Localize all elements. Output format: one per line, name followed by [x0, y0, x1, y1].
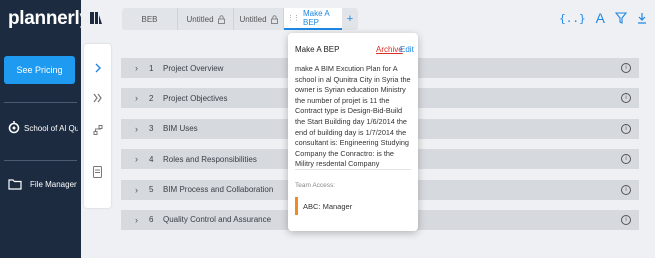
tab-list: BEB Untitled Untitled ⋮⋮ Make A BEP +: [122, 8, 358, 30]
section-title: Quality Control and Assurance: [163, 215, 272, 225]
section-number: 4: [149, 154, 154, 164]
project-name: School of Al Qu...: [24, 123, 78, 133]
chevron-right-icon[interactable]: ›: [135, 185, 145, 195]
project-icon: [8, 121, 20, 135]
team-member-label: ABC: Manager: [303, 201, 353, 211]
tab-untitled-1[interactable]: Untitled: [178, 8, 234, 30]
lock-icon: [270, 14, 278, 24]
section-title: Roles and Responsibilities: [163, 154, 257, 164]
edit-link[interactable]: Edit: [400, 45, 414, 54]
section-number: 5: [149, 185, 154, 195]
section-number: 6: [149, 215, 154, 225]
section-number: 2: [149, 93, 154, 103]
info-icon[interactable]: i: [621, 214, 631, 225]
popover-description: make A BIM Excution Plan for A school in…: [295, 64, 411, 169]
sidebar-divider: [4, 160, 77, 161]
tool-rail: [81, 0, 112, 258]
tab-label: Untitled: [239, 14, 267, 24]
download-icon[interactable]: [637, 12, 647, 24]
tab-info-popover: Make A BEP Archive Edit make A BIM Excut…: [288, 33, 418, 231]
filter-icon[interactable]: [615, 12, 627, 24]
info-icon[interactable]: i: [621, 154, 631, 165]
section-number: 3: [149, 124, 154, 134]
code-braces-icon[interactable]: {..}: [559, 12, 586, 25]
toolbar: {..} A: [559, 10, 647, 26]
section-title: BIM Process and Collaboration: [163, 185, 274, 195]
info-icon[interactable]: i: [621, 63, 631, 73]
info-icon[interactable]: i: [621, 93, 631, 104]
sidebar: plannerly See Pricing School of Al Qu...…: [0, 0, 90, 258]
team-access-label: Team Access:: [295, 182, 336, 189]
document-icon[interactable]: [84, 162, 111, 182]
drag-handle-icon[interactable]: ⋮⋮: [287, 14, 300, 22]
tab-beb[interactable]: BEB: [122, 8, 178, 30]
double-chevron-right-icon[interactable]: [84, 88, 111, 108]
info-icon[interactable]: i: [621, 123, 631, 134]
sidebar-item-project[interactable]: School of Al Qu...: [8, 121, 78, 135]
sidebar-divider: [4, 102, 77, 103]
lock-icon: [217, 14, 225, 24]
chevron-right-icon[interactable]: [84, 58, 111, 78]
add-tab-button[interactable]: +: [342, 8, 358, 30]
info-icon[interactable]: i: [621, 184, 631, 195]
tab-label: Make A BEP: [303, 9, 330, 27]
chevron-right-icon[interactable]: ›: [135, 124, 145, 134]
app-logo[interactable]: plannerly: [8, 8, 90, 30]
chevron-right-icon[interactable]: ›: [135, 93, 145, 103]
popover-divider: [295, 169, 411, 170]
tab-label: BEB: [141, 14, 158, 24]
chevron-right-icon[interactable]: ›: [135, 63, 145, 73]
section-title: Project Objectives: [163, 93, 228, 103]
folder-icon: [8, 178, 22, 190]
see-pricing-button[interactable]: See Pricing: [4, 56, 75, 84]
popover-title: Make A BEP: [295, 45, 340, 54]
tab-make-a-bep[interactable]: ⋮⋮ Make A BEP: [284, 8, 342, 30]
tab-label: Untitled: [186, 14, 214, 24]
section-number: 1: [149, 63, 154, 73]
sidebar-item-file-manager[interactable]: File Manager: [8, 178, 77, 190]
tab-untitled-2[interactable]: Untitled: [234, 8, 284, 30]
team-member-item: ABC: Manager: [295, 197, 352, 215]
text-icon[interactable]: A: [596, 10, 605, 26]
plannerly-logo-icon[interactable]: [85, 8, 107, 30]
hierarchy-icon[interactable]: [84, 120, 111, 140]
archive-link[interactable]: Archive: [376, 45, 403, 54]
file-manager-label: File Manager: [30, 179, 77, 189]
team-color-bar: [295, 197, 298, 215]
rail-panel: [84, 44, 111, 208]
chevron-right-icon[interactable]: ›: [135, 154, 145, 164]
chevron-right-icon[interactable]: ›: [135, 215, 145, 225]
section-title: Project Overview: [163, 63, 224, 73]
section-title: BIM Uses: [163, 124, 198, 134]
